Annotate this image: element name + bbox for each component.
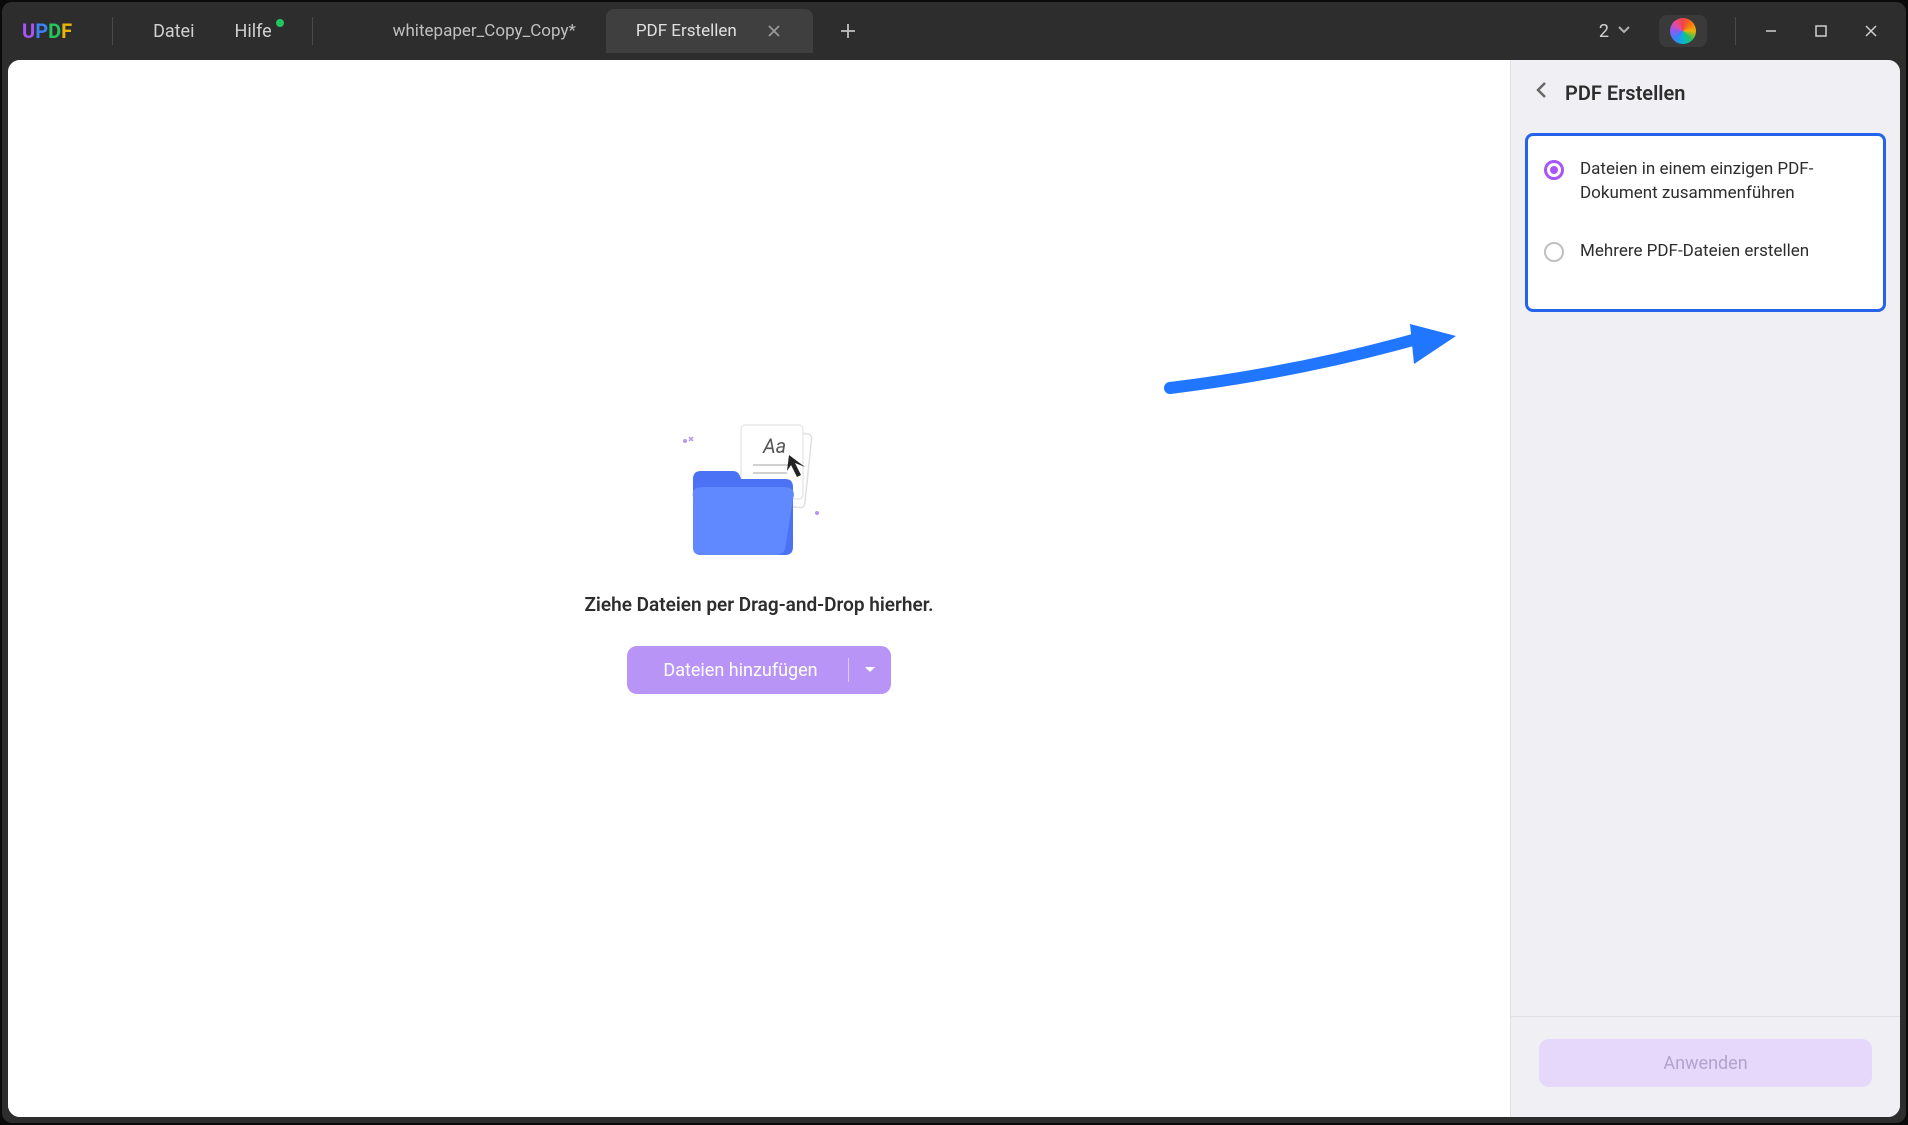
app-window: U P D F Datei Hilfe whitepaper_Copy_Copy… (2, 2, 1906, 1123)
content-area: Aa Z (8, 60, 1900, 1117)
add-tab-button[interactable] (833, 16, 863, 46)
dropdown-arrow-icon[interactable] (849, 666, 891, 674)
apply-button[interactable]: Anwenden (1539, 1039, 1872, 1087)
folder-illustration-icon: Aa (679, 423, 839, 563)
titlebar: U P D F Datei Hilfe whitepaper_Copy_Copy… (2, 2, 1906, 60)
radio-option-multiple[interactable]: Mehrere PDF-Dateien erstellen (1544, 232, 1867, 272)
count-indicator[interactable]: 2 (1599, 21, 1609, 42)
drop-text: Ziehe Dateien per Drag-and-Drop hierher. (584, 593, 933, 616)
svg-text:Aa: Aa (762, 434, 786, 458)
radio-label: Mehrere PDF-Dateien erstellen (1580, 240, 1809, 264)
options-box: Dateien in einem einzigen PDF-Dokument z… (1525, 133, 1886, 312)
tab-bar: whitepaper_Copy_Copy* PDF Erstellen (363, 9, 863, 53)
app-logo: U P D F (22, 19, 72, 43)
radio-unselected-icon (1544, 242, 1564, 262)
radio-selected-icon (1544, 160, 1564, 180)
close-tab-icon[interactable] (765, 22, 783, 40)
sidebar-header: PDF Erstellen (1511, 60, 1900, 125)
chevron-down-icon[interactable] (1617, 23, 1631, 39)
add-files-label: Dateien hinzufügen (627, 660, 847, 681)
back-chevron-icon[interactable] (1535, 80, 1547, 105)
tab-document[interactable]: whitepaper_Copy_Copy* (363, 9, 606, 53)
menu-file[interactable]: Datei (133, 21, 214, 42)
separator (112, 17, 113, 45)
maximize-button[interactable] (1796, 11, 1846, 51)
close-button[interactable] (1846, 11, 1896, 51)
annotation-arrow-icon (1160, 320, 1460, 400)
avatar-icon (1670, 18, 1696, 44)
sidebar: PDF Erstellen Dateien in einem einzigen … (1510, 60, 1900, 1117)
notification-dot (276, 19, 284, 27)
titlebar-right: 2 (1599, 11, 1906, 51)
add-files-button[interactable]: Dateien hinzufügen (627, 646, 890, 694)
window-controls (1746, 11, 1896, 51)
main-pane: Aa Z (8, 60, 1510, 1117)
minimize-button[interactable] (1746, 11, 1796, 51)
radio-label: Dateien in einem einzigen PDF-Dokument z… (1580, 158, 1867, 206)
separator (312, 17, 313, 45)
separator (1735, 17, 1736, 45)
tab-pdf-erstellen[interactable]: PDF Erstellen (606, 9, 813, 53)
sidebar-footer: Anwenden (1511, 1016, 1900, 1117)
menu-help[interactable]: Hilfe (214, 21, 291, 42)
drop-zone[interactable]: Aa Z (584, 423, 933, 694)
avatar-button[interactable] (1659, 15, 1707, 47)
sidebar-title: PDF Erstellen (1565, 81, 1685, 105)
radio-option-merge[interactable]: Dateien in einem einzigen PDF-Dokument z… (1544, 150, 1867, 214)
